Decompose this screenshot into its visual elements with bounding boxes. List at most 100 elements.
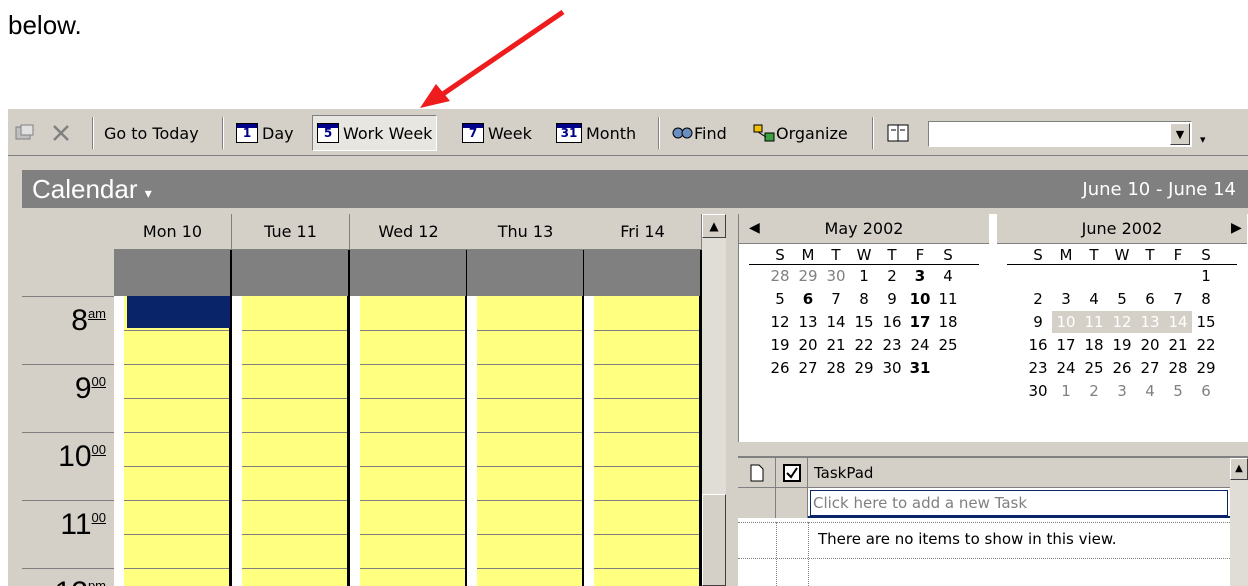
navigator-day[interactable]: 29 [794,265,822,287]
navigator-day[interactable]: 26 [766,357,794,379]
selected-time-slot[interactable] [127,296,230,328]
navigator-day[interactable]: 10 [1052,311,1080,333]
navigator-day[interactable]: 21 [1164,334,1192,356]
delete-icon[interactable] [46,115,76,151]
day-header[interactable]: Thu 13 [467,214,585,250]
navigator-day[interactable]: 2 [878,265,906,287]
scroll-thumb[interactable] [702,494,726,586]
navigator-day[interactable]: 5 [1108,288,1136,310]
navigator-day[interactable]: 28 [1164,357,1192,379]
navigator-day[interactable]: 13 [794,311,822,333]
navigator-day[interactable]: 18 [1080,334,1108,356]
navigator-day[interactable]: 8 [850,288,878,310]
chevron-down-icon[interactable]: ▼ [1170,123,1190,145]
navigator-day[interactable]: 17 [906,311,934,333]
day-column[interactable] [350,296,468,586]
scroll-up-icon[interactable]: ▲ [1230,458,1248,480]
go-to-today-button[interactable]: Go to Today [100,115,203,151]
navigator-day[interactable]: 7 [1164,288,1192,310]
navigator-day[interactable]: 27 [794,357,822,379]
all-day-event-area[interactable] [350,250,468,296]
day-header[interactable]: Wed 12 [350,214,468,250]
navigator-day[interactable]: 23 [878,334,906,356]
navigator-day[interactable]: 6 [1136,288,1164,310]
calendar-title[interactable]: Calendar ▾ [32,174,152,205]
navigator-day[interactable]: 22 [1192,334,1220,356]
navigator-day[interactable]: 22 [850,334,878,356]
navigator-day[interactable]: 25 [934,334,962,356]
navigator-day[interactable]: 11 [934,288,962,310]
navigator-day[interactable]: 3 [1052,288,1080,310]
navigator-day[interactable]: 30 [1024,380,1052,402]
day-view-button[interactable]: 1 Day [232,115,298,151]
scroll-up-icon[interactable]: ▲ [702,214,726,238]
taskpad-scrollbar[interactable]: ▲ [1230,458,1248,586]
navigator-day[interactable]: 13 [1136,311,1164,333]
navigator-day[interactable]: 9 [878,288,906,310]
navigator-day[interactable]: 28 [766,265,794,287]
navigator-day[interactable]: 15 [850,311,878,333]
navigator-day[interactable]: 4 [934,265,962,287]
toolbar-options-icon[interactable]: ▾ [1196,121,1210,157]
day-header[interactable]: Mon 10 [114,214,232,250]
navigator-day[interactable]: 7 [822,288,850,310]
day-header[interactable]: Tue 11 [232,214,350,250]
navigator-day[interactable]: 3 [1108,380,1136,402]
navigator-day[interactable]: 28 [822,357,850,379]
navigator-day[interactable]: 14 [1164,311,1192,333]
navigator-day[interactable]: 27 [1136,357,1164,379]
navigator-day[interactable]: 24 [1052,357,1080,379]
day-column[interactable] [584,296,702,586]
note-icon[interactable] [738,458,776,488]
navigator-day[interactable]: 6 [1192,380,1220,402]
navigator-day[interactable]: 1 [1192,265,1220,287]
day-column[interactable] [114,296,232,586]
address-book-icon[interactable] [882,115,914,151]
all-day-event-area[interactable] [114,250,232,296]
new-task-input[interactable]: Click here to add a new Task [810,490,1228,516]
all-day-event-area[interactable] [467,250,585,296]
navigator-day[interactable]: 2 [1024,288,1052,310]
month-view-button[interactable]: 31 Month [552,115,640,151]
navigator-day[interactable]: 14 [822,311,850,333]
navigator-day[interactable]: 29 [850,357,878,379]
navigator-day[interactable]: 1 [1052,380,1080,402]
navigator-day[interactable]: 4 [1136,380,1164,402]
all-day-event-area[interactable] [584,250,702,296]
navigator-day[interactable]: 10 [906,288,934,310]
navigator-day[interactable]: 6 [794,288,822,310]
navigator-day[interactable]: 16 [878,311,906,333]
day-header[interactable]: Fri 14 [584,214,702,250]
move-to-folder-icon[interactable] [10,115,40,151]
navigator-day[interactable]: 2 [1080,380,1108,402]
day-column[interactable] [467,296,585,586]
taskpad-title[interactable]: TaskPad [808,458,1230,488]
navigator-day[interactable]: 26 [1108,357,1136,379]
navigator-day[interactable]: 12 [766,311,794,333]
navigator-day[interactable]: 15 [1192,311,1220,333]
contact-search-combo[interactable]: ▼ [928,121,1192,147]
navigator-day[interactable]: 8 [1192,288,1220,310]
navigator-day[interactable]: 9 [1024,311,1052,333]
calendar-scrollbar[interactable]: ▲ [702,214,726,586]
navigator-day[interactable]: 30 [822,265,850,287]
navigator-day[interactable]: 17 [1052,334,1080,356]
navigator-day[interactable]: 1 [850,265,878,287]
navigator-day[interactable]: 12 [1108,311,1136,333]
navigator-day[interactable]: 5 [1164,380,1192,402]
navigator-day[interactable]: 29 [1192,357,1220,379]
navigator-day[interactable]: 20 [794,334,822,356]
navigator-day[interactable]: 19 [1108,334,1136,356]
navigator-day[interactable]: 5 [766,288,794,310]
navigator-day[interactable]: 25 [1080,357,1108,379]
navigator-day[interactable]: 11 [1080,311,1108,333]
navigator-day[interactable]: 21 [822,334,850,356]
organize-button[interactable]: Organize [748,115,852,151]
navigator-day[interactable]: 16 [1024,334,1052,356]
next-month-icon[interactable]: ▶ [1231,220,1242,236]
week-view-button[interactable]: 7 Week [458,115,536,151]
navigator-day[interactable]: 19 [766,334,794,356]
navigator-day[interactable]: 24 [906,334,934,356]
navigator-day[interactable]: 4 [1080,288,1108,310]
navigator-day[interactable]: 20 [1136,334,1164,356]
